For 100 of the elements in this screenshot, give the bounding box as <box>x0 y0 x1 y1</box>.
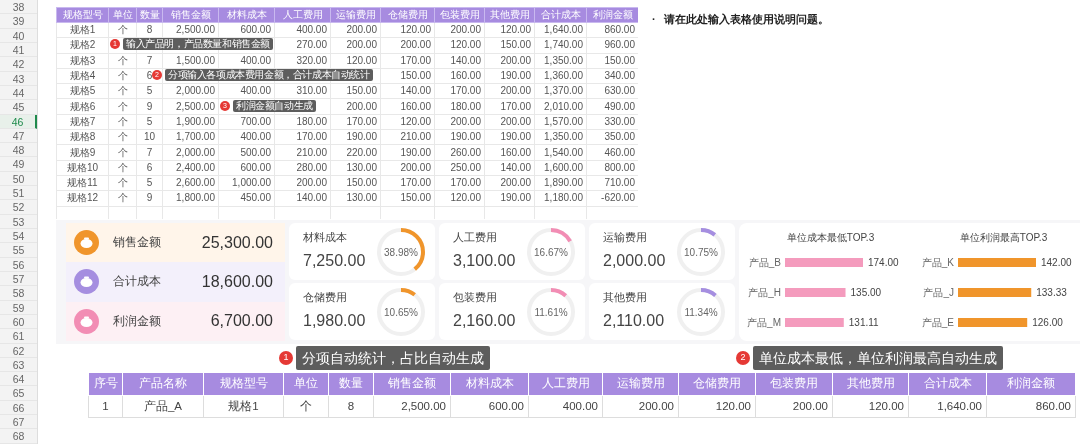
table-cell: 个 <box>108 53 137 69</box>
tooltip: 分项自动统计，占比自动生成 <box>296 346 490 370</box>
category-label: 产品_E <box>921 317 954 328</box>
row-number[interactable]: 47 <box>0 128 37 144</box>
table-cell: 1,740.00 <box>534 37 587 54</box>
table-cell: 个 <box>108 68 137 84</box>
table-cell: 330.00 <box>586 114 638 130</box>
table-cell: 200.00 <box>484 175 535 191</box>
row-number[interactable]: 59 <box>0 300 37 315</box>
stat-value: 7,250.00 <box>303 251 366 272</box>
stat-value: 2,160.00 <box>453 311 516 332</box>
table-cell: 270.00 <box>274 37 331 54</box>
table-cell: 1,540.00 <box>534 144 587 161</box>
value-label: 126.00 <box>1032 317 1063 328</box>
category-label: 产品_H <box>748 287 781 298</box>
table-cell: 7 <box>136 144 163 161</box>
table-cell: 1 <box>88 395 123 418</box>
stat-label: 运输费用 <box>603 229 648 245</box>
column-header: 包装费用 <box>434 7 485 23</box>
table-cell: 产品_A <box>122 395 204 418</box>
stat-label: 包装费用 <box>453 289 498 305</box>
table-cell: 120.00 <box>484 22 535 38</box>
table-cell: 120.00 <box>678 395 756 418</box>
row-number[interactable]: 49 <box>0 157 37 172</box>
table-cell: 600.00 <box>218 22 275 38</box>
table-cell: 180.00 <box>434 99 485 115</box>
row-number[interactable]: 55 <box>0 243 37 258</box>
table-cell: 190.00 <box>484 190 535 207</box>
table-cell: 170.00 <box>274 129 331 145</box>
table-cell: 7 <box>136 53 163 69</box>
table-cell: 140.00 <box>434 53 485 69</box>
row-number[interactable]: 41 <box>0 42 37 58</box>
bullet: · <box>652 12 656 27</box>
summary-value: 18,600.00 <box>201 272 273 292</box>
row-number[interactable]: 45 <box>0 100 37 115</box>
table-cell: 170.00 <box>330 114 381 130</box>
table-cell: 140.00 <box>484 160 535 176</box>
row-number[interactable]: 58 <box>0 286 37 301</box>
table-cell: 310.00 <box>274 83 331 99</box>
percent-label: 38.98% <box>384 245 418 259</box>
table-cell: 规格9 <box>56 144 109 161</box>
row-number[interactable]: 54 <box>0 229 37 244</box>
step-badge: 1 <box>279 351 293 365</box>
table-cell: 150.00 <box>330 175 381 191</box>
table-cell: 规格12 <box>56 190 109 207</box>
table-cell: 规格6 <box>56 99 109 115</box>
table-cell: 210.00 <box>380 129 435 145</box>
instruction-text: 请在此处输入表格使用说明问题。 <box>663 12 829 27</box>
percent-label: 10.65% <box>384 305 418 319</box>
tooltip: 分项输入各项成本费用金额，合计成本自动统计 <box>165 69 373 81</box>
table-cell: 规格10 <box>56 160 109 176</box>
table-cell: 1,640.00 <box>908 395 987 418</box>
row-number[interactable]: 42 <box>0 57 37 72</box>
row-number[interactable]: 67 <box>0 415 37 430</box>
row-number[interactable]: 62 <box>0 343 37 358</box>
column-header: 合计成本 <box>534 7 587 23</box>
table-cell: 个 <box>108 160 137 176</box>
value-label: 142.00 <box>1041 257 1072 268</box>
row-number[interactable]: 50 <box>0 171 37 187</box>
row-number[interactable]: 66 <box>0 400 37 416</box>
row-number[interactable]: 65 <box>0 386 37 401</box>
table-cell: 190.00 <box>330 129 381 145</box>
table-cell: 个 <box>108 83 137 99</box>
row-number[interactable]: 38 <box>0 0 37 15</box>
row-number[interactable]: 60 <box>0 314 37 330</box>
column-header: 规格型号 <box>203 372 284 396</box>
table-cell: 200.00 <box>755 395 833 418</box>
row-number[interactable]: 61 <box>0 329 37 344</box>
table-cell: 710.00 <box>586 175 638 191</box>
table-cell: 200.00 <box>484 114 535 130</box>
row-number[interactable]: 39 <box>0 14 37 29</box>
row-number[interactable]: 64 <box>0 372 37 387</box>
table-cell: 6 <box>136 160 163 176</box>
row-number[interactable]: 51 <box>0 186 37 201</box>
table-cell: 160.00 <box>434 68 485 84</box>
row-number[interactable]: 40 <box>0 28 37 43</box>
row-number[interactable]: 56 <box>0 257 37 272</box>
table-cell: 200.00 <box>330 22 381 38</box>
row-number[interactable]: 44 <box>0 85 37 101</box>
table-cell: 450.00 <box>218 190 275 207</box>
row-number[interactable]: 68 <box>0 429 37 444</box>
table-cell: 个 <box>108 22 137 38</box>
row-number[interactable]: 57 <box>0 271 37 287</box>
table-cell: 600.00 <box>450 395 529 418</box>
table-cell: 200.00 <box>602 395 679 418</box>
table-cell: 350.00 <box>586 129 638 145</box>
column-header: 人工费用 <box>528 372 603 396</box>
row-number[interactable]: 63 <box>0 357 37 373</box>
row-number[interactable]: 48 <box>0 143 37 158</box>
row-number[interactable]: 43 <box>0 71 37 86</box>
row-number[interactable]: 52 <box>0 200 37 215</box>
table-cell: 1,180.00 <box>534 190 587 207</box>
row-number[interactable]: 53 <box>0 214 37 229</box>
stat-label: 材料成本 <box>303 229 348 245</box>
stat-label: 人工费用 <box>453 229 498 245</box>
table-cell: 5 <box>136 83 163 99</box>
table-cell: 规格2 <box>56 37 109 54</box>
category-label: 产品_B <box>748 257 781 268</box>
table-cell: 400.00 <box>218 83 275 99</box>
summary-value: 25,300.00 <box>201 232 273 253</box>
